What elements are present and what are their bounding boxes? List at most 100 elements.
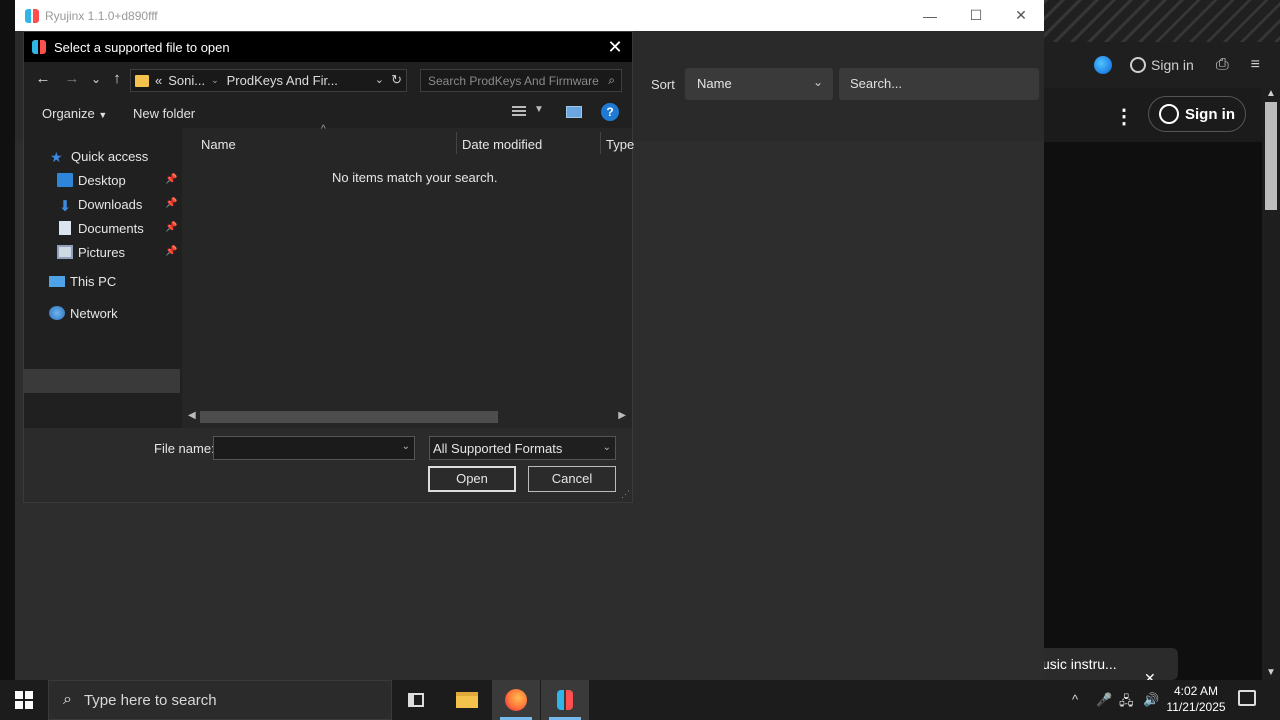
column-divider[interactable] bbox=[456, 132, 457, 154]
mini-player[interactable]: usic instru... bbox=[1038, 648, 1178, 680]
game-search-input[interactable]: Search... bbox=[839, 68, 1039, 100]
close-icon: ✕ bbox=[1015, 7, 1027, 23]
file-name-input[interactable]: ⌄ bbox=[213, 436, 415, 460]
site-sign-in-label: Sign in bbox=[1185, 105, 1235, 123]
volume-icon[interactable]: 🔊 bbox=[1143, 692, 1159, 708]
column-header-type[interactable]: Type bbox=[606, 132, 634, 156]
ryujinx-title-bar: Ryujinx 1.1.0+d890fff bbox=[15, 0, 1044, 31]
arrow-left-icon: ← bbox=[35, 70, 51, 87]
breadcrumb-chevron-icon[interactable]: ⌄ bbox=[211, 75, 219, 86]
address-dropdown-icon[interactable]: ⌄ bbox=[375, 73, 384, 86]
page-scrollbar[interactable]: ▲ ▼ bbox=[1262, 88, 1280, 680]
ryujinx-taskbar-button[interactable] bbox=[541, 680, 589, 720]
nav-item-documents[interactable]: Documents bbox=[57, 217, 144, 239]
view-options-chevron-icon[interactable]: ▼ bbox=[534, 104, 544, 115]
show-hidden-icons-icon[interactable]: ^ bbox=[1072, 692, 1078, 707]
column-divider[interactable] bbox=[600, 132, 601, 154]
folder-icon bbox=[135, 74, 149, 87]
dialog-close-button[interactable]: ✕ bbox=[604, 36, 626, 58]
mini-player-title: usic instru... bbox=[1042, 656, 1117, 672]
nav-item-label: Documents bbox=[78, 220, 144, 236]
breadcrumb-segment[interactable]: Soni... bbox=[168, 73, 205, 88]
pin-icon: 📌 bbox=[165, 246, 178, 257]
ryujinx-logo-icon bbox=[32, 40, 46, 54]
empty-folder-message: No items match your search. bbox=[332, 170, 498, 185]
forward-button[interactable]: → bbox=[61, 70, 83, 92]
scrollbar-thumb[interactable] bbox=[1265, 102, 1277, 210]
organize-label: Organize bbox=[42, 106, 95, 121]
view-list-icon[interactable] bbox=[512, 106, 526, 118]
browser-menu-icon[interactable]: ≡ bbox=[1251, 56, 1260, 74]
minimize-button[interactable]: — bbox=[907, 0, 953, 31]
browser-tab-pattern bbox=[1044, 0, 1280, 42]
help-icon[interactable]: ? bbox=[601, 103, 619, 121]
recent-locations-button[interactable]: ⌄ bbox=[85, 70, 107, 92]
organize-menu[interactable]: Organize ▼ bbox=[42, 106, 107, 121]
game-search-placeholder: Search... bbox=[850, 76, 903, 91]
open-button[interactable]: Open bbox=[428, 466, 516, 492]
network-status-icon[interactable]: 🖧 bbox=[1119, 692, 1134, 714]
site-sign-in-button[interactable]: Sign in bbox=[1148, 96, 1246, 132]
scrollbar-thumb[interactable] bbox=[200, 411, 498, 423]
sort-label: Sort bbox=[651, 77, 675, 92]
navigation-pane: ★ Quick access Desktop 📌 ⬇ Downloads 📌 D… bbox=[24, 128, 180, 428]
nav-item-label: Downloads bbox=[78, 196, 143, 212]
start-button[interactable] bbox=[0, 680, 48, 720]
back-button[interactable]: ← bbox=[32, 70, 54, 92]
column-header-date-modified[interactable]: Date modified bbox=[462, 132, 542, 156]
pin-icon: 📌 bbox=[165, 222, 178, 233]
firefox-button[interactable] bbox=[492, 680, 540, 720]
system-clock[interactable]: 4:02 AM 11/21/2025 bbox=[1160, 683, 1232, 715]
new-folder-button[interactable]: New folder bbox=[133, 106, 195, 121]
dialog-title: Select a supported file to open bbox=[54, 39, 230, 55]
notification-center-icon[interactable] bbox=[1238, 690, 1256, 706]
horizontal-scrollbar[interactable]: ◀ ▶ bbox=[184, 410, 630, 424]
chevron-down-icon: ⌄ bbox=[90, 72, 102, 86]
file-type-filter-dropdown[interactable]: All Supported Formats ⌄ bbox=[429, 436, 616, 460]
address-overflow[interactable]: « bbox=[155, 73, 162, 88]
ryujinx-icon bbox=[555, 690, 575, 710]
browser-sign-in[interactable]: Sign in bbox=[1130, 57, 1194, 73]
star-icon: ★ bbox=[50, 149, 63, 165]
nav-item-downloads[interactable]: ⬇ Downloads bbox=[57, 193, 143, 216]
up-folder-button[interactable]: ↑ bbox=[106, 70, 128, 92]
extensions-icon[interactable]: ⎙ bbox=[1216, 56, 1229, 74]
network-icon bbox=[49, 306, 65, 320]
chevron-down-icon: ⌄ bbox=[812, 75, 823, 89]
nav-item-network[interactable]: Network bbox=[49, 302, 118, 324]
maximize-button[interactable]: ☐ bbox=[953, 0, 999, 31]
arrow-right-icon: → bbox=[64, 70, 80, 87]
chevron-down-icon: ▼ bbox=[98, 110, 108, 120]
column-header-name[interactable]: Name bbox=[201, 132, 236, 156]
more-options-icon[interactable]: ⋮ bbox=[1114, 104, 1134, 129]
resize-grip-icon[interactable]: ⋰ bbox=[621, 489, 630, 500]
scroll-left-icon[interactable]: ◀ bbox=[188, 410, 196, 421]
chevron-down-icon[interactable]: ⌄ bbox=[402, 441, 410, 452]
scroll-down-icon[interactable]: ▼ bbox=[1266, 667, 1276, 678]
breadcrumb-segment[interactable]: ProdKeys And Fir... bbox=[227, 73, 338, 88]
sort-dropdown[interactable]: Name ⌄ bbox=[685, 68, 833, 100]
nav-item-this-pc[interactable]: This PC bbox=[49, 270, 116, 292]
pin-icon: 📌 bbox=[165, 174, 178, 185]
preview-pane-icon[interactable] bbox=[566, 106, 582, 118]
scroll-right-icon[interactable]: ▶ bbox=[618, 410, 626, 421]
nav-item-desktop[interactable]: Desktop bbox=[57, 169, 126, 191]
address-bar[interactable]: « Soni... ⌄ ProdKeys And Fir... ⌄ ↻ bbox=[130, 69, 407, 92]
nav-item-pictures[interactable]: Pictures bbox=[57, 241, 125, 263]
close-window-button[interactable]: ✕ bbox=[998, 0, 1044, 31]
file-explorer-button[interactable] bbox=[443, 680, 491, 720]
refresh-icon[interactable]: ↻ bbox=[391, 72, 402, 88]
maximize-icon: ☐ bbox=[969, 7, 983, 23]
taskbar-search-box[interactable]: ⌕ Type here to search bbox=[48, 680, 392, 720]
microphone-icon[interactable]: 🎤 bbox=[1096, 692, 1112, 708]
browser-sign-in-label: Sign in bbox=[1151, 57, 1194, 73]
nav-item-quick-access[interactable]: ★ Quick access bbox=[50, 145, 148, 167]
cancel-button[interactable]: Cancel bbox=[528, 466, 616, 492]
browser-profile-icon[interactable] bbox=[1094, 56, 1112, 74]
task-view-button[interactable] bbox=[392, 680, 440, 720]
file-name-label: File name: bbox=[154, 441, 215, 456]
ryujinx-title: Ryujinx 1.1.0+d890fff bbox=[45, 8, 158, 23]
scroll-up-icon[interactable]: ▲ bbox=[1266, 88, 1276, 99]
picture-icon bbox=[57, 245, 73, 259]
folder-search-input[interactable]: Search ProdKeys And Firmware ⌕ bbox=[420, 69, 622, 92]
